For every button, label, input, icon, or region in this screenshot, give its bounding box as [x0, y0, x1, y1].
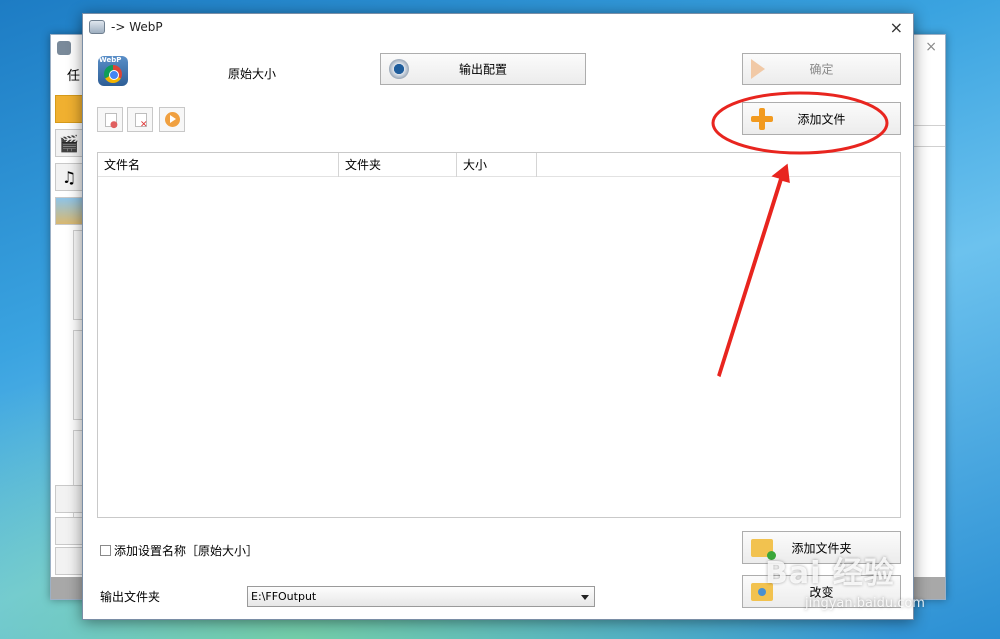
add-file-button[interactable]: 添加文件	[742, 102, 901, 135]
add-setting-name-option[interactable]: 添加设置名称［原始大小］	[100, 542, 258, 559]
drive-icon[interactable]	[55, 517, 83, 545]
output-folder-value: E:\FFOutput	[251, 590, 317, 603]
folder-icon[interactable]	[55, 95, 83, 123]
video-icon[interactable]: 🎬	[55, 129, 83, 157]
audio-icon[interactable]: ♫	[55, 163, 83, 191]
output-config-button[interactable]: 输出配置	[380, 53, 586, 85]
play-icon	[165, 112, 180, 127]
app-icon	[89, 20, 105, 34]
menu-item[interactable]: 任	[67, 65, 80, 84]
add-setting-name-label: 添加设置名称［原始大小］	[114, 544, 259, 558]
output-folder-select[interactable]: E:\FFOutput	[247, 586, 595, 607]
document-icon[interactable]	[55, 485, 83, 513]
chevron-down-icon[interactable]	[581, 595, 589, 600]
baidu-watermark: Bai 经验 jingyan.baidu.com	[765, 548, 925, 611]
column-header-filename[interactable]: 文件名	[98, 153, 339, 177]
delete-icon: ✕	[140, 120, 148, 130]
confirm-button[interactable]: 确定	[742, 53, 901, 85]
play-button[interactable]	[159, 107, 185, 132]
table-header: 文件名 文件夹 大小	[98, 153, 900, 177]
output-config-label: 输出配置	[458, 62, 507, 77]
close-icon[interactable]: ×	[925, 39, 937, 55]
watermark-logo: Bai 经验	[765, 556, 895, 591]
confirm-label: 确定	[809, 62, 834, 77]
file-list-table[interactable]: 文件名 文件夹 大小	[97, 152, 901, 518]
app-icon	[57, 41, 71, 55]
add-file-label: 添加文件	[797, 112, 846, 126]
title-bar: -> WebP ×	[83, 14, 913, 42]
picture-icon[interactable]	[55, 197, 83, 225]
add-setting-name-checkbox[interactable]	[100, 545, 111, 556]
column-header-size[interactable]: 大小	[457, 153, 537, 177]
remove-icon: ●	[110, 120, 118, 130]
disc-icon[interactable]	[55, 547, 83, 575]
column-header-folder[interactable]: 文件夹	[339, 153, 457, 177]
webp-conversion-dialog: -> WebP × WebP 原始大小 输出配置 确定 ● ✕ 添加文件 文件名…	[82, 13, 914, 620]
clear-list-button[interactable]: ✕	[127, 107, 153, 132]
dialog-title: -> WebP	[111, 20, 163, 34]
format-badge: WebP	[99, 56, 122, 64]
webp-format-icon: WebP	[98, 56, 128, 86]
size-preset-label: 原始大小	[228, 67, 277, 81]
close-button[interactable]: ×	[890, 18, 903, 37]
remove-file-button[interactable]: ●	[97, 107, 123, 132]
chrome-icon	[104, 65, 122, 83]
output-folder-label: 输出文件夹	[100, 590, 161, 604]
watermark-url: jingyan.baidu.com	[805, 596, 925, 611]
